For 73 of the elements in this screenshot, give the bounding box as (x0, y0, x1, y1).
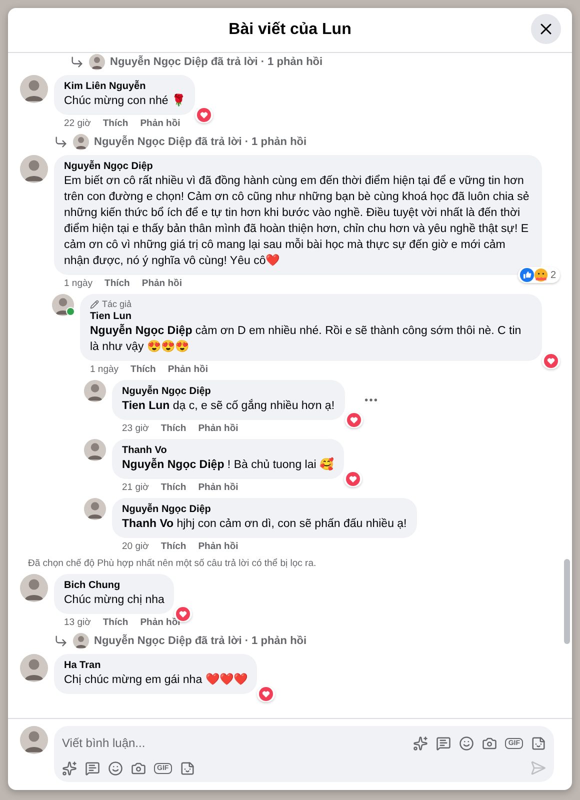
reaction-badge[interactable]: 2 (518, 267, 560, 283)
emoji-icon[interactable] (459, 736, 474, 750)
close-button[interactable] (531, 14, 561, 44)
replies-link[interactable]: Nguyễn Ngọc Diệp đã trả lời · 1 phản hồi (110, 56, 323, 68)
comment-text: Em biết ơn cô rất nhiều vì đã đồng hành cùng em đến thời điểm hiện tại để e vững tin hơn trên con đường e chọn! Cảm ơn cô cũng như những bạn bè cùng khoá học đã luôn chia sẻ những kiến thức bổ ích để e tự tin hơn khi bước vào nghề. Điều tuyệt vời nhất là đến thời điểm hiện tại e thấy bản thân mình đã hoàn thiện hơn, chỉn chu hơn và yêu nghề thật sự! E cảm ơn cô vì những giá trị cô mang lại sau mỗi bài học mà thực sự đến giờ e mới cảm nhận được, nó ý nghĩa vô cùng! Yêu cô❤ (64, 174, 530, 269)
comment-time: 13 giờ (64, 617, 91, 628)
avatar[interactable] (20, 574, 48, 602)
sparkle-icon[interactable] (62, 760, 77, 776)
avatar[interactable] (73, 134, 89, 150)
comment-action-link[interactable]: Thích (160, 482, 186, 493)
comment-action-link[interactable]: Phản hồi (198, 482, 238, 493)
comment-action-link[interactable]: Thích (160, 541, 186, 552)
comment-text: Tien Lun dạ c, e sẽ cố gắng nhiều hơn ạ! (122, 398, 335, 414)
comment-time: 1 ngày (90, 364, 119, 375)
comment-author[interactable]: Thanh Vo (122, 444, 334, 457)
replies-link[interactable]: Nguyễn Ngọc Diệp đã trả lời · 1 phản hồi (94, 635, 307, 647)
reply-arrow-icon (54, 135, 68, 149)
comment-author[interactable]: Kim Liên Nguyễn (64, 80, 186, 93)
comment-author[interactable]: Bich Chung (64, 579, 164, 592)
dialog-title: Bài viết của Lun (228, 21, 352, 39)
comment-action-link[interactable]: Phản hồi (198, 541, 238, 552)
emoji-icon[interactable] (108, 760, 123, 776)
comment-action-link[interactable]: Thích (130, 364, 156, 375)
comment-time: 20 giờ (122, 541, 149, 552)
comment-action-link[interactable]: Phản hồi (140, 118, 180, 129)
comment-time: 22 giờ (64, 118, 91, 129)
comment-text: Nguyễn Ngọc Diệp ! Bà chủ tuong lai 🥰 (122, 457, 334, 473)
replies-link[interactable]: Nguyễn Ngọc Diệp đã trả lời · 1 phản hồi (94, 136, 307, 148)
comment-author[interactable]: Nguyễn Ngọc Diệp (122, 503, 407, 516)
reply-arrow-icon (54, 634, 68, 648)
reply-arrow-icon (70, 55, 84, 69)
comment-text: Chị chúc mừng em gái nha ❤❤❤ (64, 672, 248, 688)
comment-text: Thanh Vo hjhj con cảm ơn dì, con sẽ phấn đấu nhiều ạ! (122, 517, 407, 532)
avatar[interactable] (89, 54, 105, 70)
comment-author[interactable]: Nguyễn Ngọc Diệp (122, 385, 335, 398)
sticker-icon[interactable] (531, 736, 546, 750)
avatar[interactable] (84, 380, 106, 402)
comment-action-link[interactable]: Phản hồi (168, 364, 208, 375)
comment-action-link[interactable]: Thích (102, 617, 128, 628)
comment-text: Chúc mừng chị nha (64, 593, 164, 608)
comment-action-link[interactable]: Phản hồi (198, 423, 238, 434)
camera-icon[interactable] (482, 736, 498, 750)
comment-author[interactable]: Ha Tran (64, 659, 248, 672)
avatar[interactable] (84, 439, 106, 461)
comment-text: Nguyễn Ngọc Diệp cảm ơn D em nhiều nhé. Rồi e sẽ thành công sớm thôi nè. C tin là như vậy 😍😍😍 (90, 323, 522, 355)
scrollbar-thumb[interactable] (564, 559, 570, 644)
reaction-count: 2 (550, 270, 556, 280)
comment-time: 23 giờ (122, 423, 149, 434)
pencil-icon (90, 300, 99, 308)
comment-author[interactable]: Nguyễn Ngọc Diệp (64, 160, 532, 173)
comment-time: 21 giờ (122, 482, 149, 493)
comment-author[interactable]: Tien Lun (90, 310, 532, 323)
sparkle-icon[interactable] (413, 736, 428, 750)
comment-time: 1 ngày (64, 278, 93, 289)
comment-action-link[interactable]: Thích (104, 278, 130, 289)
badge-label: Tác giả (102, 299, 132, 309)
comment-action-link[interactable]: Thích (160, 423, 186, 434)
avatar[interactable] (20, 75, 48, 103)
avatar[interactable] (52, 294, 74, 316)
avatar[interactable] (84, 498, 106, 520)
comment-action-link[interactable]: Thích (102, 118, 128, 129)
avatar[interactable] (20, 654, 48, 682)
comment-action-link[interactable]: Phản hồi (140, 617, 180, 628)
comment-text: Chúc mừng con nhé 🌹 (64, 93, 186, 109)
speech-bubble-icon[interactable] (85, 760, 100, 776)
avatar[interactable] (20, 155, 48, 183)
avatar[interactable] (73, 633, 89, 649)
speech-bubble-icon[interactable] (436, 736, 452, 750)
avatar[interactable] (20, 726, 48, 754)
comment-action-link[interactable]: Phản hồi (142, 278, 182, 289)
camera-icon[interactable] (131, 760, 146, 776)
filter-notice: Đã chọn chế độ Phù hợp nhất nên một số câu trả lời có thể bị lọc ra. (28, 558, 318, 569)
sticker-icon[interactable] (180, 760, 195, 776)
